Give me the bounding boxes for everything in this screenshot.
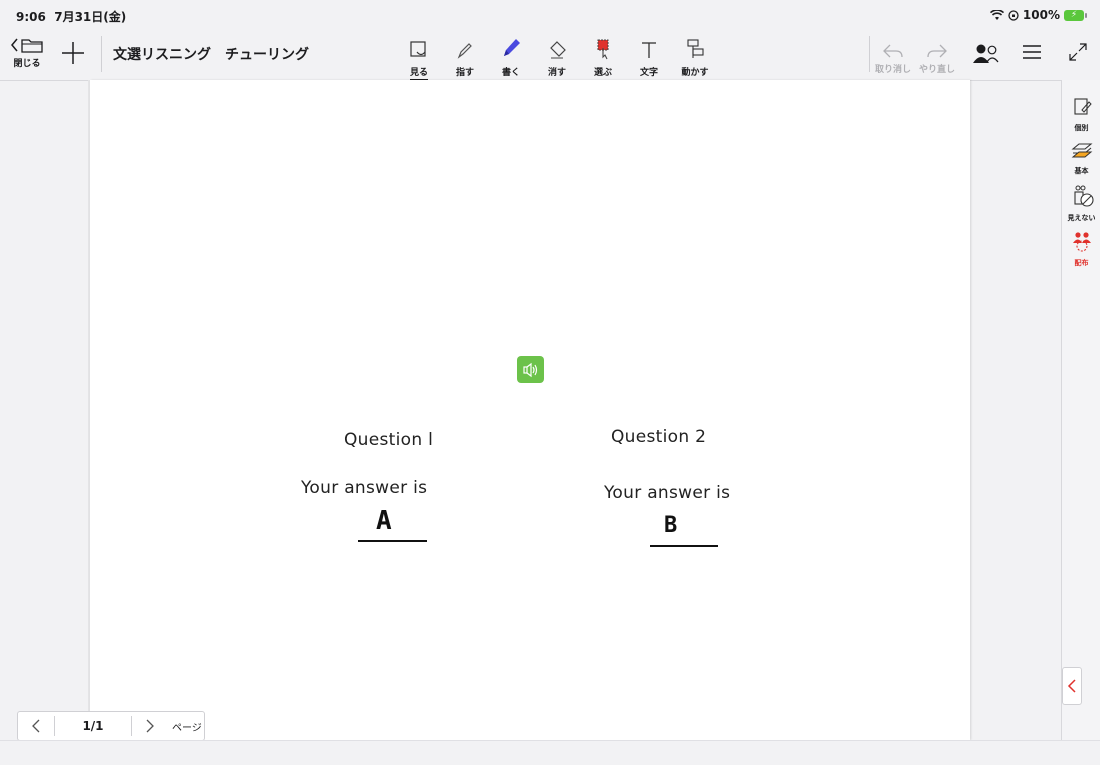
distribute-label: 配布 bbox=[1074, 259, 1089, 267]
tool-point[interactable]: 指す bbox=[442, 36, 488, 81]
text-icon bbox=[642, 42, 656, 58]
page-navigator: 1/1 ページ bbox=[17, 711, 205, 741]
write-pen-icon bbox=[504, 39, 520, 56]
undo-label: 取り消し bbox=[874, 65, 911, 75]
right-side-panel: 個別 基本 見えない 配布 bbox=[1061, 80, 1100, 740]
document-title: 文選リスニング チューリング bbox=[113, 47, 309, 63]
status-time: 9:06 bbox=[16, 10, 46, 24]
page-indicator: 1/1 bbox=[54, 716, 132, 736]
notebook-page[interactable]: Question l Your answer is A Question 2 Y… bbox=[90, 80, 970, 740]
question-2-answer: B bbox=[664, 513, 678, 538]
tool-group: 見る 指す 書く 消す 選ぶ 文字 動かす bbox=[396, 36, 718, 81]
tool-text-label: 文字 bbox=[639, 68, 658, 78]
hidden-button[interactable]: 見えない bbox=[1062, 184, 1100, 223]
status-datetime: 9:06 7月31日(金) bbox=[16, 8, 126, 25]
battery-charging-icon: ⚡ bbox=[1064, 9, 1087, 21]
individual-icon bbox=[1073, 98, 1092, 115]
hidden-icon bbox=[1073, 185, 1094, 207]
chevron-right-icon bbox=[146, 719, 154, 733]
orientation-lock-icon bbox=[1008, 9, 1019, 21]
participants-button[interactable] bbox=[972, 42, 1000, 70]
tool-point-label: 指す bbox=[455, 68, 474, 78]
toolbar-divider-right bbox=[869, 36, 870, 72]
status-date: 7月31日(金) bbox=[54, 10, 127, 24]
plus-icon bbox=[62, 42, 84, 64]
question-2-title: Question 2 bbox=[611, 427, 707, 447]
layers-icon bbox=[1070, 143, 1093, 158]
close-label: 閉じる bbox=[13, 59, 41, 69]
individual-button[interactable]: 個別 bbox=[1062, 96, 1100, 133]
toolbar-divider bbox=[101, 36, 102, 72]
status-indicators: 100% ⚡ bbox=[989, 8, 1087, 22]
tool-view-label: 見る bbox=[409, 65, 428, 81]
fullscreen-button[interactable] bbox=[1068, 42, 1088, 66]
eraser-icon bbox=[550, 41, 566, 59]
add-button[interactable] bbox=[60, 40, 86, 66]
chevron-left-icon bbox=[1067, 679, 1076, 693]
undo-button[interactable]: 取り消し bbox=[871, 36, 915, 75]
chevron-left-icon bbox=[32, 719, 40, 733]
hamburger-menu-icon bbox=[1023, 45, 1041, 59]
status-bar: 9:06 7月31日(金) 100% ⚡ bbox=[0, 0, 1100, 30]
tool-select-label: 選ぶ bbox=[593, 68, 612, 78]
page-label: ページ bbox=[172, 722, 202, 734]
panel-collapse-button[interactable] bbox=[1062, 667, 1082, 705]
prev-page-button[interactable] bbox=[18, 712, 54, 740]
layers-label: 基本 bbox=[1074, 167, 1089, 175]
tool-write-label: 書く bbox=[501, 68, 520, 78]
next-page-button[interactable] bbox=[132, 712, 168, 740]
layers-button[interactable]: 基本 bbox=[1062, 141, 1100, 176]
question-2-answer-line bbox=[650, 545, 718, 547]
question-1-answer-line bbox=[358, 540, 427, 542]
view-icon bbox=[410, 41, 426, 57]
tool-move[interactable]: 動かす bbox=[672, 36, 718, 81]
move-icon bbox=[687, 39, 704, 58]
tool-erase[interactable]: 消す bbox=[534, 36, 580, 81]
speaker-icon bbox=[522, 362, 537, 377]
bottom-bar bbox=[0, 740, 1100, 765]
individual-label: 個別 bbox=[1074, 124, 1089, 132]
redo-icon bbox=[927, 44, 947, 58]
toolbar: 閉じる 文選リスニング チューリング 見る 指す 書く 消す 選ぶ 文字 動かす… bbox=[0, 30, 1100, 81]
question-1-prompt: Your answer is bbox=[301, 478, 428, 498]
expand-icon bbox=[1069, 43, 1087, 61]
tool-write[interactable]: 書く bbox=[488, 36, 534, 81]
tool-view[interactable]: 見る bbox=[396, 36, 442, 81]
wifi-icon bbox=[989, 9, 1004, 20]
folder-back-icon bbox=[11, 38, 43, 53]
question-1-answer: A bbox=[376, 506, 392, 536]
select-icon bbox=[597, 39, 609, 60]
undo-redo-group: 取り消し やり直し bbox=[871, 36, 959, 75]
users-icon bbox=[973, 44, 999, 63]
tool-select[interactable]: 選ぶ bbox=[580, 36, 626, 81]
undo-icon bbox=[883, 44, 903, 58]
question-2-prompt: Your answer is bbox=[604, 483, 731, 503]
tool-move-label: 動かす bbox=[681, 68, 709, 78]
redo-label: やり直し bbox=[918, 65, 955, 75]
hidden-label: 見えない bbox=[1067, 214, 1096, 222]
audio-play-button[interactable] bbox=[517, 356, 544, 383]
question-1-title: Question l bbox=[344, 430, 434, 450]
distribute-button[interactable]: 配布 bbox=[1062, 231, 1100, 268]
tool-erase-label: 消す bbox=[547, 68, 566, 78]
battery-percent: 100% bbox=[1022, 8, 1060, 22]
tool-text[interactable]: 文字 bbox=[626, 36, 672, 81]
close-button[interactable]: 閉じる bbox=[8, 35, 46, 69]
pointer-pen-icon bbox=[457, 43, 472, 59]
distribute-icon bbox=[1072, 232, 1091, 252]
redo-button[interactable]: やり直し bbox=[915, 36, 959, 75]
menu-button[interactable] bbox=[1022, 42, 1042, 66]
